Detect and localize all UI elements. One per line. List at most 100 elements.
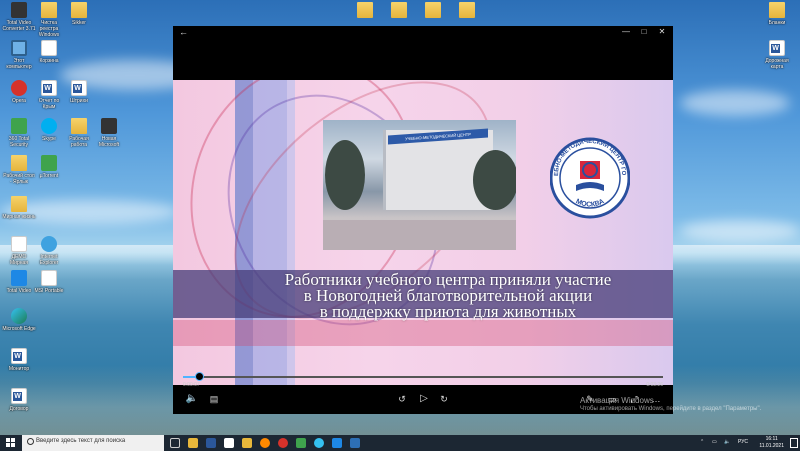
task-view-icon[interactable] <box>170 438 180 448</box>
desktop-icon[interactable]: Отчет по Крым <box>32 80 66 110</box>
desktop-icon-label: Штрихи <box>70 98 88 104</box>
media-player-icon[interactable] <box>350 438 360 448</box>
photos-icon[interactable] <box>332 438 342 448</box>
tree <box>325 140 365 210</box>
desktop-icon[interactable]: Дорожная карта <box>760 40 794 70</box>
seek-bar[interactable] <box>183 372 663 381</box>
volume-tray-icon[interactable]: 🔈 <box>724 439 730 445</box>
shield-icon <box>11 118 27 134</box>
language-indicator[interactable]: РУС <box>738 439 748 445</box>
desktop-icon-label: Рабочий стол - Ярлык <box>3 173 35 185</box>
desktop-icon-label: Opera <box>12 98 26 104</box>
search-box[interactable]: Введите здесь текст для поиска <box>22 435 164 451</box>
desktop-icon[interactable]: Рабочий стол - Ярлык <box>2 155 36 185</box>
desktop-icon-label: 360 Total Security <box>8 136 30 148</box>
start-icon[interactable] <box>6 438 16 448</box>
desktop-icon[interactable]: Total Video <box>2 270 36 294</box>
desktop-icon[interactable]: Монитор <box>2 348 36 372</box>
caption-line: в поддержку приюта для животных <box>319 302 577 321</box>
notifications-icon[interactable] <box>790 438 798 448</box>
network-icon[interactable]: ▭ <box>712 439 717 445</box>
file-explorer-icon[interactable] <box>188 438 198 448</box>
minimize-icon[interactable]: — <box>619 27 633 36</box>
document-icon <box>41 270 57 286</box>
desktop-icon[interactable]: MSI Portable <box>32 270 66 294</box>
desktop-icon[interactable]: Штрихи <box>62 80 96 104</box>
edge-icon <box>11 308 27 324</box>
subtitles-icon[interactable]: ▤ <box>207 392 221 406</box>
folder-icon <box>459 2 475 18</box>
desktop-icon[interactable]: µTorrent <box>32 155 66 179</box>
desktop-icon[interactable]: Этот компьютер <box>2 40 36 70</box>
desktop-icon[interactable]: Skype <box>32 118 66 142</box>
folder-icon <box>71 118 87 134</box>
desktop-icon[interactable]: Microsoft Edge <box>2 308 36 332</box>
folder-icon[interactable] <box>242 438 252 448</box>
desktop-icon-label: Отчет по Крым <box>38 98 60 110</box>
notepad-icon[interactable] <box>224 438 234 448</box>
word-doc-icon <box>41 80 57 96</box>
time-remaining: 0:03:26 <box>646 382 663 388</box>
torrent-icon <box>41 155 57 171</box>
folder-icon <box>769 2 785 18</box>
back-arrow-icon[interactable]: ← <box>179 27 188 37</box>
desktop-icon[interactable]: Бланки <box>760 2 794 26</box>
desktop-icon[interactable]: Sikker <box>62 2 96 26</box>
folder-icon <box>357 2 373 18</box>
volume-icon[interactable]: 🔈 <box>185 392 199 406</box>
opera-icon[interactable] <box>278 438 288 448</box>
desktop-icon-label: Sikker <box>72 20 86 26</box>
desktop-icon[interactable]: Рабочая работа <box>62 118 96 148</box>
folder-icon <box>71 2 87 18</box>
desktop-icon[interactable] <box>450 2 484 20</box>
firefox-icon[interactable] <box>260 438 270 448</box>
opera-icon <box>11 80 27 96</box>
desktop-icon-label: Дорожная карта <box>765 58 789 70</box>
desktop-icon[interactable] <box>416 2 450 20</box>
desktop-icon[interactable]: Opera <box>2 80 36 104</box>
desktop-icon[interactable]: Договор <box>2 388 36 412</box>
desktop-icon[interactable]: Мирная жизнь <box>2 196 36 220</box>
search-placeholder: Введите здесь текст для поиска <box>36 438 126 444</box>
skype-icon <box>41 118 57 134</box>
desktop-icon[interactable]: 360 Total Security <box>2 118 36 148</box>
desktop-icon-label: Skype <box>42 136 56 142</box>
play-icon[interactable]: ▷ <box>417 392 431 406</box>
search-icon <box>27 438 34 445</box>
desktop-icon[interactable] <box>348 2 382 20</box>
cloud <box>680 220 800 242</box>
building-photo: УЧЕБНО-МЕТОДИЧЕСКИЙ ЦЕНТР <box>323 120 516 250</box>
folder-icon <box>11 196 27 212</box>
close-icon[interactable]: ✕ <box>655 27 669 36</box>
app-icon[interactable] <box>296 438 306 448</box>
clock-time: 16:11 <box>765 436 778 442</box>
desktop-icon-label: Total Video Converter 3.71 <box>2 20 36 32</box>
word-doc-icon <box>769 40 785 56</box>
document-icon <box>11 236 27 252</box>
clock[interactable]: 16:11 11.01.2021 <box>759 436 784 450</box>
maximize-icon[interactable]: □ <box>637 27 651 36</box>
desktop-icon-label: Корзина <box>39 58 59 64</box>
cloud <box>680 90 790 116</box>
desktop-icon[interactable]: Total Video Converter 3.71 <box>2 2 36 32</box>
desktop-icon[interactable] <box>382 2 416 20</box>
folder-icon <box>11 155 27 171</box>
desktop-icon-label: Новая Microsoft <box>98 136 120 148</box>
skip-back-icon[interactable]: ↺ <box>395 392 409 406</box>
desktop-icon[interactable]: Internet Explorer <box>32 236 66 266</box>
taskbar: Введите здесь текст для поиска ⌃ ▭ 🔈 РУС… <box>0 435 800 451</box>
tray-chevron-icon[interactable]: ⌃ <box>700 439 704 445</box>
desktop-icon-label: Бланки <box>768 20 786 26</box>
desktop-icon[interactable]: Новая Microsoft <box>92 118 126 148</box>
folder-icon <box>391 2 407 18</box>
media-player-window[interactable]: ← — □ ✕ УЧЕБНО-МЕТОДИЧЕСКИЙ ЦЕНТР УЧЕБН <box>173 26 673 414</box>
word-icon[interactable] <box>206 438 216 448</box>
square <box>323 220 516 250</box>
computer-icon <box>11 40 27 56</box>
skip-forward-icon[interactable]: ↻ <box>437 392 451 406</box>
desktop-icon[interactable]: Корзина <box>32 40 66 64</box>
edge-icon[interactable] <box>314 438 324 448</box>
video-frame[interactable]: УЧЕБНО-МЕТОДИЧЕСКИЙ ЦЕНТР УЧЕБНО-МЕТОДИЧ… <box>173 80 673 385</box>
desktop-icon[interactable]: Чистка реестра Windows <box>32 2 66 38</box>
desktop-icon[interactable]: ДЕМО Мирная <box>2 236 36 266</box>
